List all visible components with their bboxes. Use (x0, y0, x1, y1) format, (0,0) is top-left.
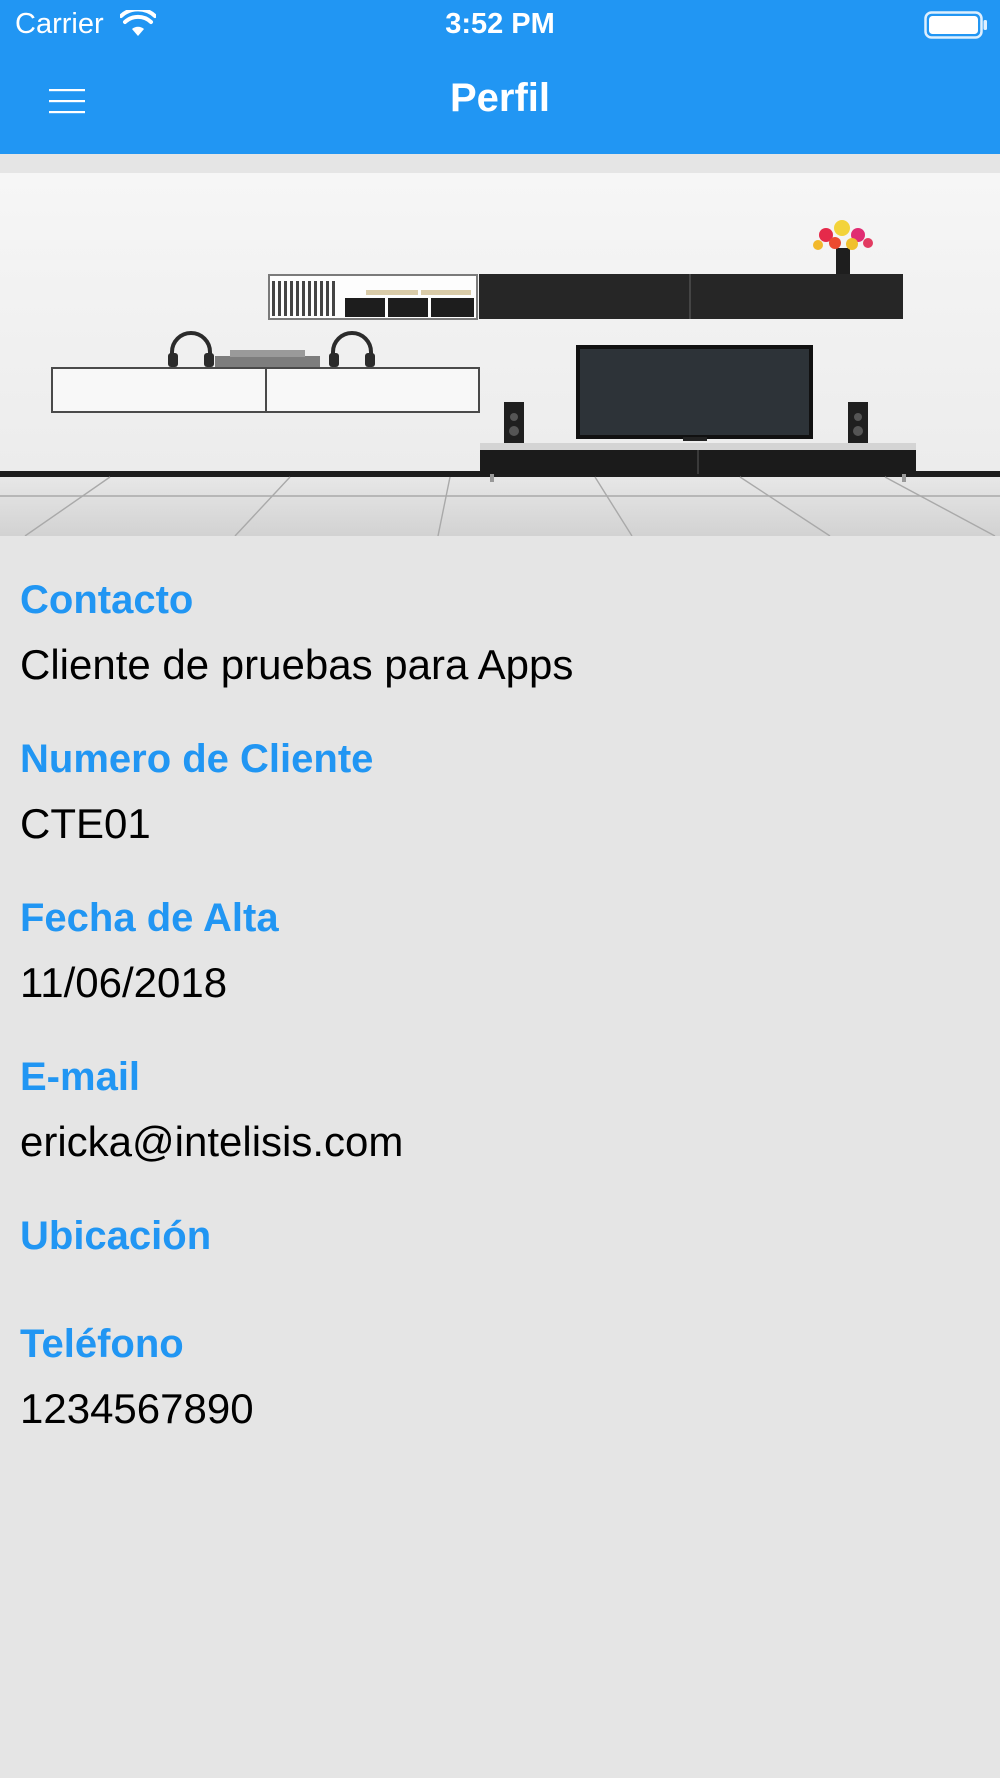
battery-icon (924, 11, 987, 39)
phone-value: 1234567890 (20, 1385, 254, 1432)
signup-date-label: Fecha de Alta (20, 896, 279, 940)
email-value: ericka@intelisis.com (20, 1118, 404, 1165)
client-number-label: Numero de Cliente (20, 737, 374, 781)
contact-value: Cliente de pruebas para Apps (20, 641, 574, 688)
location-label: Ubicación (20, 1214, 212, 1258)
client-number-value: CTE01 (20, 800, 151, 847)
contact-label: Contacto (20, 578, 194, 622)
navigation-bar: Perfil (0, 50, 1000, 154)
phone-label: Teléfono (20, 1322, 184, 1366)
profile-details: Contacto Cliente de pruebas para Apps Nu… (20, 570, 980, 1473)
app-header: Carrier 3:52 PM Perfil (0, 0, 1000, 154)
living-room-image (0, 173, 1000, 536)
email-label: E-mail (20, 1055, 141, 1099)
location-value (20, 1266, 980, 1314)
hamburger-menu-icon (49, 89, 85, 114)
status-bar: Carrier 3:52 PM (0, 0, 1000, 50)
signup-date-value: 11/06/2018 (20, 959, 228, 1006)
page-title: Perfil (449, 76, 551, 120)
status-time: 3:52 PM (445, 8, 555, 40)
menu-button[interactable] (38, 72, 96, 130)
